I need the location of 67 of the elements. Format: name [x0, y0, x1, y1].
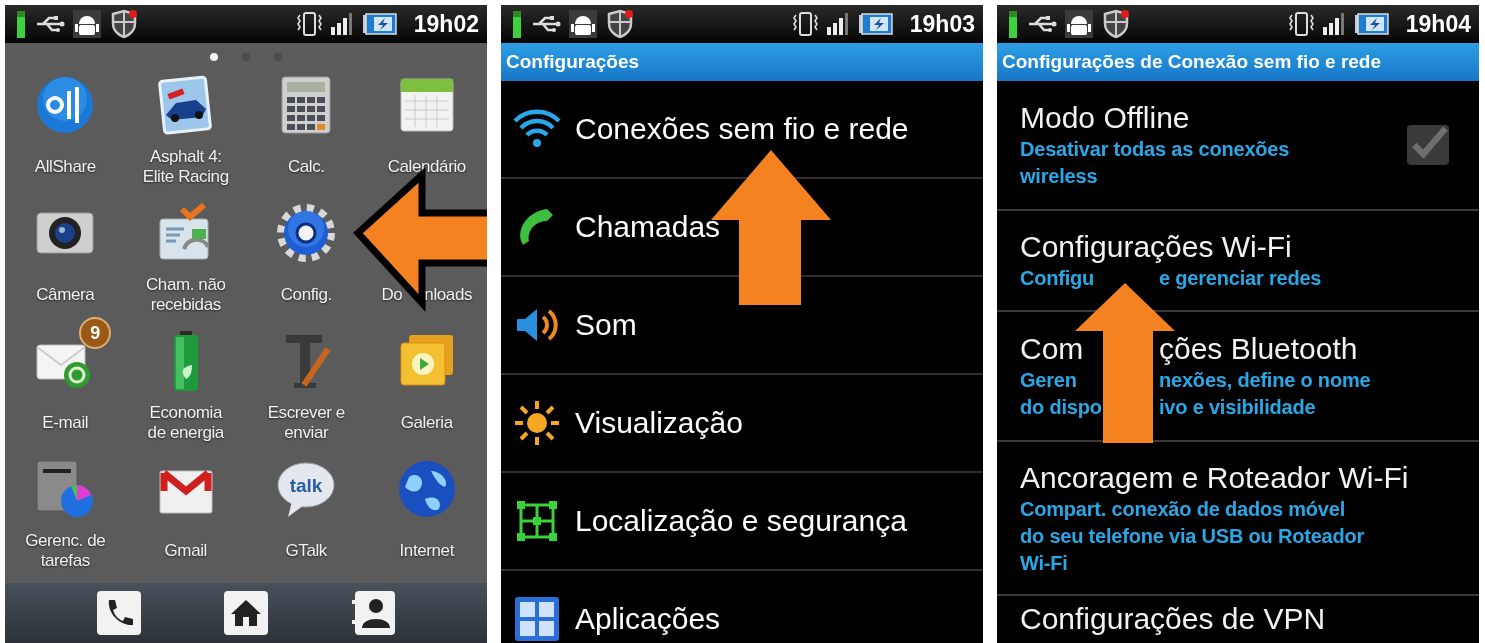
screen-title: Configurações de Conexão sem fio e rede — [997, 43, 1479, 81]
preference-summary: ivo e visibilidade — [1159, 395, 1316, 420]
app-label[interactable]: Calendário — [387, 157, 466, 177]
app-label[interactable]: Asphalt 4: Elite Racing — [142, 147, 229, 187]
signal-icon — [329, 12, 354, 36]
preference-title: Configurações de VPN — [1020, 602, 1326, 636]
battery-charging-icon — [857, 13, 894, 35]
settings-item[interactable]: Localização e segurança — [501, 473, 983, 571]
usb-icon — [1027, 14, 1057, 34]
preference-summary: Geren — [1020, 368, 1077, 393]
app-label[interactable]: Calc. — [287, 157, 325, 177]
preference-title: Modo Offline — [1020, 100, 1190, 136]
app-label[interactable]: Câmera — [36, 285, 95, 305]
preference-title: Com — [1020, 331, 1084, 367]
apps-grid-icon — [513, 595, 561, 643]
preference-summary: Compart. conexão de dados móvel do seu telefone via USB ou Roteador Wi-Fi — [1020, 496, 1366, 576]
app-label[interactable]: Gmail — [164, 541, 207, 561]
app-label[interactable]: Config. — [280, 285, 332, 305]
signal-icon — [1321, 12, 1346, 36]
clock: 19h03 — [909, 10, 975, 38]
battery-icon — [15, 9, 27, 39]
phone-icon[interactable] — [95, 590, 142, 636]
preference-summary: Configu — [1020, 266, 1095, 291]
contacts-icon[interactable] — [350, 590, 397, 636]
app-label[interactable]: Cham. não recebidas — [145, 275, 226, 315]
preference-title: ções Bluetooth — [1159, 331, 1358, 367]
app-label[interactable]: Escrever e enviar — [267, 403, 345, 443]
app-label[interactable]: Gerenc. de tarefas — [25, 531, 106, 571]
battery-icon — [1007, 9, 1019, 39]
app-label[interactable]: GTalk — [285, 541, 327, 561]
app-label[interactable]: E-mail — [42, 413, 89, 433]
battery-charging-icon — [1353, 13, 1390, 35]
settings-item[interactable]: Aplicações — [501, 571, 983, 643]
android-icon — [569, 10, 597, 38]
clock: 19h04 — [1405, 10, 1471, 38]
shield-icon — [605, 9, 635, 39]
shield-icon — [109, 9, 139, 39]
app-label[interactable]: Galeria — [400, 413, 453, 433]
battery-icon — [511, 9, 523, 39]
notification-badge: 9 — [79, 317, 112, 349]
preference-summary: nexões, define o nome — [1159, 368, 1371, 393]
preference-summary: e gerenciar redes — [1159, 266, 1322, 291]
sun-icon — [513, 399, 561, 447]
shield-icon — [1101, 9, 1131, 39]
vibrate-icon — [1287, 10, 1314, 38]
screen-title: Configurações — [501, 43, 983, 81]
vibrate-icon — [295, 10, 322, 38]
usb-icon — [35, 14, 65, 34]
android-icon — [73, 10, 101, 38]
usb-icon — [531, 14, 561, 34]
preference-title: Ancoragem e Roteador Wi-Fi — [1020, 459, 1409, 496]
battery-charging-icon — [361, 13, 398, 35]
preference-title: Configurações Wi-Fi — [1020, 229, 1292, 265]
app-label: Do — [381, 285, 403, 305]
page-indicator-dot[interactable] — [210, 52, 218, 61]
signal-icon — [825, 12, 850, 36]
app-label[interactable]: AllShare — [34, 157, 96, 177]
vibrate-icon — [791, 10, 818, 38]
app-label[interactable]: Economia de energia — [147, 403, 224, 443]
home-icon[interactable] — [223, 590, 269, 636]
app-label: nloads — [424, 285, 473, 305]
app-label[interactable]: Internet — [399, 541, 454, 561]
preference-summary: Desativar todas as conexões wireless — [1020, 137, 1290, 189]
settings-item[interactable]: Visualização — [501, 375, 983, 473]
preference-summary: do dispo — [1020, 395, 1102, 420]
android-icon — [1065, 10, 1093, 38]
clock: 19h02 — [413, 10, 479, 38]
